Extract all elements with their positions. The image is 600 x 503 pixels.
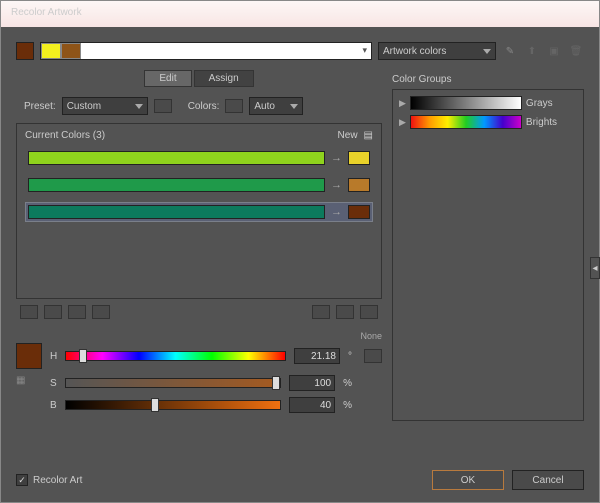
hue-slider[interactable]: [65, 351, 286, 361]
recolor-artwork-dialog: Recolor Artwork ▾ Artwork colors ✎ ⬆ ▣ 🗑…: [0, 0, 600, 503]
tab-assign[interactable]: Assign: [194, 70, 254, 87]
preset-row: Preset: Custom Colors: Auto: [24, 97, 382, 115]
eyedropper-icon[interactable]: ✎: [502, 43, 518, 59]
new-color-swatch[interactable]: [348, 205, 370, 219]
slider-mode-icon[interactable]: [364, 349, 382, 363]
hue-row: H °: [16, 343, 382, 369]
arrow-right-icon[interactable]: →: [331, 206, 342, 218]
right-pane: Color Groups ▶ Grays ▶ Brights: [392, 70, 584, 421]
panel-collapse-toggle[interactable]: ◂: [590, 257, 600, 279]
new-header: New: [338, 130, 358, 141]
color-source-label: Artwork colors: [383, 46, 446, 57]
color-groups-header: Color Groups: [392, 74, 584, 85]
color-groups-list: ▶ Grays ▶ Brights: [392, 89, 584, 421]
merge-icon[interactable]: [20, 305, 38, 319]
cancel-button[interactable]: Cancel: [512, 470, 584, 490]
sat-value[interactable]: [289, 375, 335, 391]
bri-row: B %: [16, 397, 382, 413]
disclosure-triangle-icon[interactable]: ▶: [399, 98, 406, 109]
none-label: None: [360, 331, 382, 341]
color-group-row[interactable]: ▶ Brights: [399, 115, 577, 129]
footer: ✓ Recolor Art OK Cancel: [16, 470, 584, 490]
caret-down-icon: [483, 49, 491, 54]
color-list-header: Current Colors (3) New ▤: [25, 130, 373, 141]
recolor-art-label: Recolor Art: [33, 475, 82, 486]
caret-down-icon: [290, 104, 298, 109]
trash-icon[interactable]: 🗑: [568, 43, 584, 59]
list-menu-icon[interactable]: ▤: [364, 130, 373, 141]
top-row: ▾ Artwork colors ✎ ⬆ ▣ 🗑: [16, 42, 584, 60]
bri-slider[interactable]: [65, 400, 281, 410]
sat-unit: %: [343, 378, 352, 389]
hue-value[interactable]: [294, 348, 340, 364]
separate-icon[interactable]: [44, 305, 62, 319]
b-label: B: [50, 400, 57, 411]
group-name: Brights: [526, 117, 557, 128]
color-group-row[interactable]: ▶ Grays: [399, 96, 577, 110]
left-pane: Edit Assign Preset: Custom Colors: Auto: [16, 70, 382, 421]
sat-slider[interactable]: [65, 378, 281, 388]
h-label: H: [50, 351, 57, 362]
harmony-color-2[interactable]: [61, 43, 81, 59]
preview-swatch[interactable]: [16, 343, 42, 369]
current-color-bar[interactable]: [28, 178, 325, 192]
main-area: Edit Assign Preset: Custom Colors: Auto: [16, 70, 584, 421]
exclude-icon[interactable]: [68, 305, 86, 319]
color-list: Current Colors (3) New ▤ → → →: [16, 123, 382, 299]
randomize-sat-icon[interactable]: [360, 305, 378, 319]
find-colors-icon[interactable]: [312, 305, 330, 319]
group-preview: [410, 115, 522, 129]
recolor-art-checkbox[interactable]: ✓: [16, 474, 28, 486]
new-color-swatch[interactable]: [348, 178, 370, 192]
ok-button[interactable]: OK: [432, 470, 504, 490]
harmony-bar[interactable]: ▾: [40, 42, 372, 60]
dialog-content: ▾ Artwork colors ✎ ⬆ ▣ 🗑 Edit Assign Pre…: [1, 27, 599, 502]
slider-block: None H ° ▦ S %: [16, 331, 382, 413]
bri-unit: %: [343, 400, 352, 411]
group-preview: [410, 96, 522, 110]
colors-dropdown[interactable]: Auto: [249, 97, 303, 115]
color-row[interactable]: →: [25, 175, 373, 195]
hue-unit: °: [348, 351, 352, 362]
harmony-caret-icon[interactable]: ▾: [362, 45, 367, 56]
randomize-order-icon[interactable]: [336, 305, 354, 319]
bri-value[interactable]: [289, 397, 335, 413]
harmony-color-1[interactable]: [41, 43, 61, 59]
preset-options-icon[interactable]: [154, 99, 172, 113]
tabs: Edit Assign: [16, 70, 382, 87]
s-label: S: [50, 378, 57, 389]
colors-label: Colors:: [188, 101, 220, 112]
arrow-right-icon[interactable]: →: [331, 179, 342, 191]
save-group-icon[interactable]: ⬆: [524, 43, 540, 59]
color-row[interactable]: →: [25, 202, 373, 222]
tab-edit[interactable]: Edit: [144, 70, 191, 87]
current-color-bar[interactable]: [28, 205, 325, 219]
arrow-right-icon[interactable]: →: [331, 152, 342, 164]
current-color-bar[interactable]: [28, 151, 325, 165]
cube-icon[interactable]: ▦: [16, 375, 42, 391]
disclosure-triangle-icon[interactable]: ▶: [399, 117, 406, 128]
titlebar: Recolor Artwork: [1, 1, 599, 27]
preset-label: Preset:: [24, 101, 56, 112]
caret-down-icon: [135, 104, 143, 109]
current-colors-header: Current Colors (3): [25, 130, 105, 141]
folder-icon[interactable]: ▣: [546, 43, 562, 59]
active-color-swatch[interactable]: [16, 42, 34, 60]
link-harmony-icon[interactable]: [225, 99, 243, 113]
color-source-dropdown[interactable]: Artwork colors: [378, 42, 496, 60]
window-title: Recolor Artwork: [11, 7, 82, 18]
new-row-icon[interactable]: [92, 305, 110, 319]
color-row[interactable]: →: [25, 148, 373, 168]
preset-dropdown[interactable]: Custom: [62, 97, 148, 115]
color-rows: → → →: [25, 148, 373, 222]
list-toolbar: [16, 305, 382, 319]
group-name: Grays: [526, 98, 553, 109]
sat-row: ▦ S %: [16, 375, 382, 391]
new-color-swatch[interactable]: [348, 151, 370, 165]
